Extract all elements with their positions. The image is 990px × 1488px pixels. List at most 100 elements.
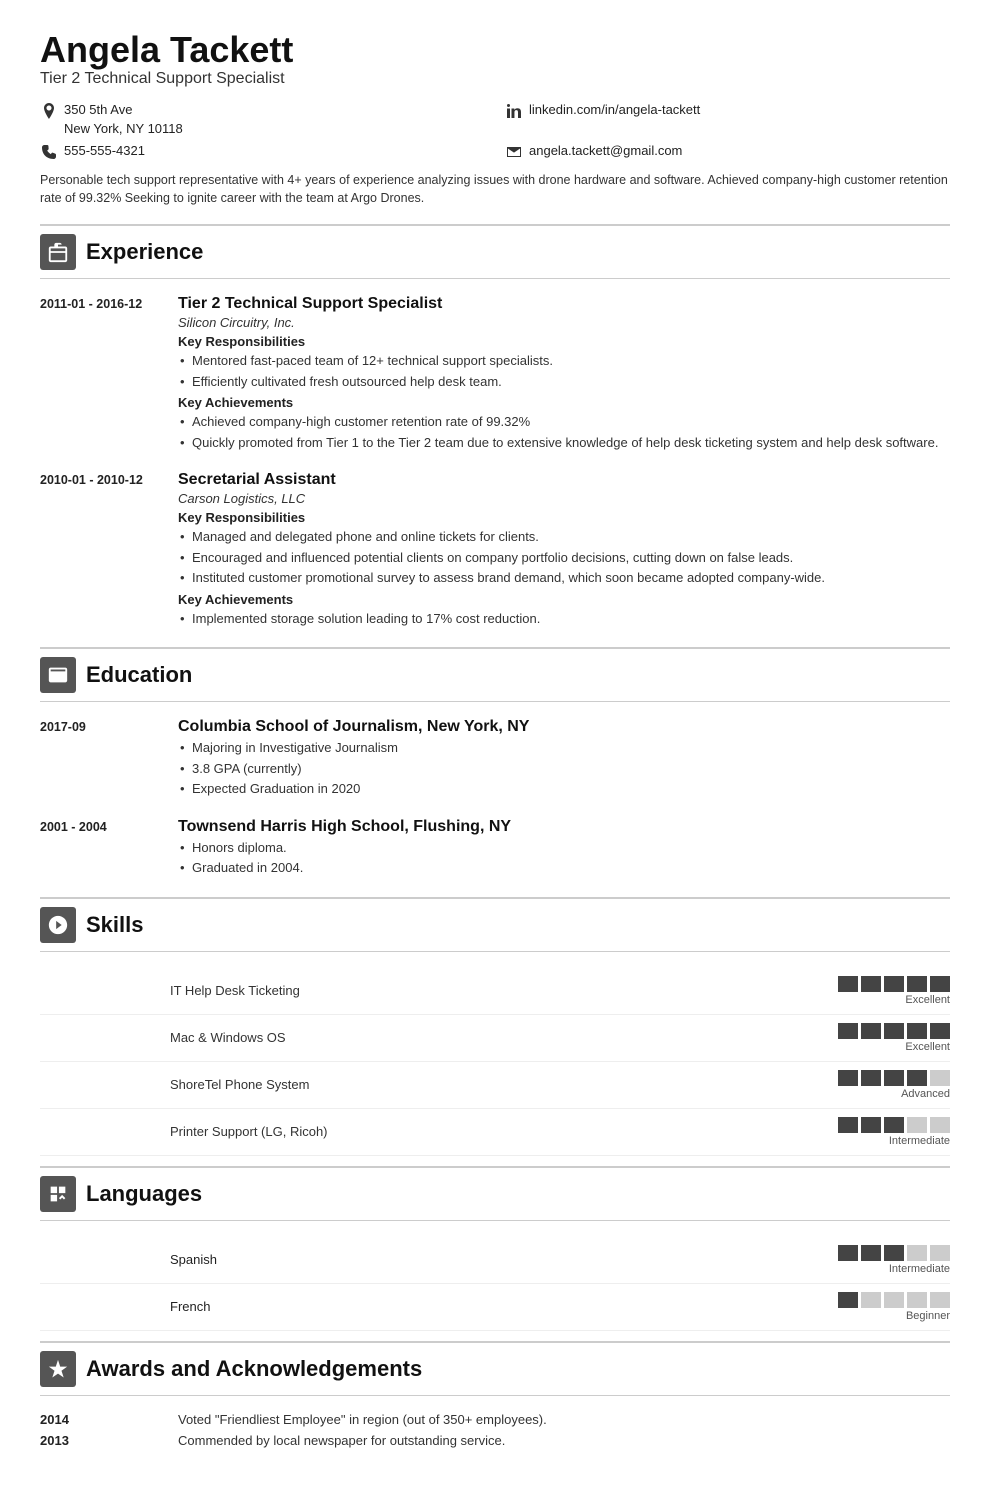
- phone-number: 555-555-4321: [64, 141, 145, 161]
- edu-dates: 2017-09: [40, 718, 170, 800]
- skill-bars: [838, 1117, 950, 1133]
- responsibilities-list: Managed and delegated phone and online t…: [178, 527, 950, 588]
- candidate-title: Tier 2 Technical Support Specialist: [40, 70, 950, 88]
- skills-header: Skills: [40, 897, 950, 952]
- skills-title: Skills: [86, 912, 143, 938]
- job-content: Tier 2 Technical Support Specialist Sili…: [178, 295, 950, 453]
- award-year: 2013: [40, 1433, 170, 1448]
- achievements-list: Implemented storage solution leading to …: [178, 609, 950, 629]
- skill-bar: [861, 976, 881, 992]
- skill-bar: [907, 1070, 927, 1086]
- skill-bar: [930, 1070, 950, 1086]
- skill-row: IT Help Desk Ticketing Excellent: [40, 968, 950, 1015]
- skill-bar: [884, 1023, 904, 1039]
- skill-bar: [884, 976, 904, 992]
- skill-name: Printer Support (LG, Ricoh): [170, 1124, 560, 1139]
- education-entry: 2001 - 2004 Townsend Harris High School,…: [40, 818, 950, 879]
- skill-bars: [838, 1023, 950, 1039]
- skill-bar: [838, 1117, 858, 1133]
- achievements-label: Key Achievements: [178, 395, 950, 410]
- phone-icon: [40, 143, 58, 161]
- lang-bars: [838, 1245, 950, 1261]
- education-icon: [40, 657, 76, 693]
- job-company: Silicon Circuitry, Inc.: [178, 315, 950, 330]
- achievement-item: Achieved company-high customer retention…: [178, 412, 950, 432]
- skill-bars: [838, 976, 950, 992]
- lang-level: Beginner: [906, 1310, 950, 1322]
- lang-bar: [884, 1245, 904, 1261]
- award-entry: 2014 Voted "Friendliest Employee" in reg…: [40, 1412, 950, 1427]
- resume-header: Angela Tackett Tier 2 Technical Support …: [40, 30, 950, 161]
- skill-bar: [861, 1117, 881, 1133]
- education-entry: 2017-09 Columbia School of Journalism, N…: [40, 718, 950, 800]
- awards-title: Awards and Acknowledgements: [86, 1356, 422, 1382]
- awards-header: Awards and Acknowledgements: [40, 1341, 950, 1396]
- achievement-item: Implemented storage solution leading to …: [178, 609, 950, 629]
- responsibility-item: Encouraged and influenced potential clie…: [178, 548, 950, 568]
- skills-section: Skills IT Help Desk Ticketing Excellent …: [40, 897, 950, 1156]
- email-icon: [505, 143, 523, 161]
- education-bullet: Expected Graduation in 2020: [178, 779, 950, 799]
- experience-icon: [40, 234, 76, 270]
- lang-bar: [861, 1245, 881, 1261]
- edu-school: Columbia School of Journalism, New York,…: [178, 718, 950, 736]
- edu-content: Columbia School of Journalism, New York,…: [178, 718, 950, 800]
- award-year: 2014: [40, 1412, 170, 1427]
- address-line1: 350 5th Ave: [64, 100, 183, 120]
- lang-bar: [884, 1292, 904, 1308]
- skill-bar: [907, 1023, 927, 1039]
- experience-list: 2011-01 - 2016-12 Tier 2 Technical Suppo…: [40, 295, 950, 629]
- edu-bullets: Honors diploma.Graduated in 2004.: [178, 838, 950, 878]
- skill-bars: [838, 1070, 950, 1086]
- email-address: angela.tackett@gmail.com: [529, 141, 682, 161]
- achievements-label: Key Achievements: [178, 592, 950, 607]
- skill-bar: [930, 1117, 950, 1133]
- address-contact: 350 5th Ave New York, NY 10118: [40, 100, 485, 139]
- language-row: French Beginner: [40, 1284, 950, 1331]
- skill-bar: [907, 976, 927, 992]
- skill-row: Mac & Windows OS Excellent: [40, 1015, 950, 1062]
- achievements-list: Achieved company-high customer retention…: [178, 412, 950, 452]
- education-bullet: Honors diploma.: [178, 838, 950, 858]
- languages-header: Languages: [40, 1166, 950, 1221]
- job-content: Secretarial Assistant Carson Logistics, …: [178, 471, 950, 629]
- skill-bar-area: Excellent: [560, 1023, 950, 1053]
- languages-icon: [40, 1176, 76, 1212]
- skill-bar: [838, 1023, 858, 1039]
- phone-contact: 555-555-4321: [40, 141, 485, 161]
- awards-section: Awards and Acknowledgements 2014 Voted "…: [40, 1341, 950, 1448]
- education-bullet: Majoring in Investigative Journalism: [178, 738, 950, 758]
- responsibility-item: Efficiently cultivated fresh outsourced …: [178, 372, 950, 392]
- lang-bar: [907, 1245, 927, 1261]
- skill-bar: [884, 1117, 904, 1133]
- skill-bar-area: Excellent: [560, 976, 950, 1006]
- lang-bar: [930, 1245, 950, 1261]
- awards-list: 2014 Voted "Friendliest Employee" in reg…: [40, 1412, 950, 1448]
- education-bullet: 3.8 GPA (currently): [178, 759, 950, 779]
- location-icon: [40, 102, 58, 120]
- contact-info: 350 5th Ave New York, NY 10118 linkedin.…: [40, 100, 950, 161]
- award-text: Voted "Friendliest Employee" in region (…: [178, 1412, 950, 1427]
- lang-level: Intermediate: [889, 1263, 950, 1275]
- linkedin-url: linkedin.com/in/angela-tackett: [529, 100, 700, 120]
- responsibility-item: Instituted customer promotional survey t…: [178, 568, 950, 588]
- experience-title: Experience: [86, 239, 203, 265]
- skill-bar: [884, 1070, 904, 1086]
- skill-bar: [907, 1117, 927, 1133]
- email-contact: angela.tackett@gmail.com: [505, 141, 950, 161]
- job-dates: 2010-01 - 2010-12: [40, 471, 170, 629]
- linkedin-contact: linkedin.com/in/angela-tackett: [505, 100, 950, 139]
- award-entry: 2013 Commended by local newspaper for ou…: [40, 1433, 950, 1448]
- edu-school: Townsend Harris High School, Flushing, N…: [178, 818, 950, 836]
- lang-bar: [838, 1245, 858, 1261]
- lang-bar: [838, 1292, 858, 1308]
- skill-bar: [861, 1023, 881, 1039]
- skill-level: Excellent: [905, 1041, 950, 1053]
- skill-name: Mac & Windows OS: [170, 1030, 560, 1045]
- skill-bar-area: Advanced: [560, 1070, 950, 1100]
- responsibility-item: Mentored fast-paced team of 12+ technica…: [178, 351, 950, 371]
- skill-name: IT Help Desk Ticketing: [170, 983, 560, 998]
- skill-bar: [838, 1070, 858, 1086]
- education-title: Education: [86, 662, 192, 688]
- award-text: Commended by local newspaper for outstan…: [178, 1433, 950, 1448]
